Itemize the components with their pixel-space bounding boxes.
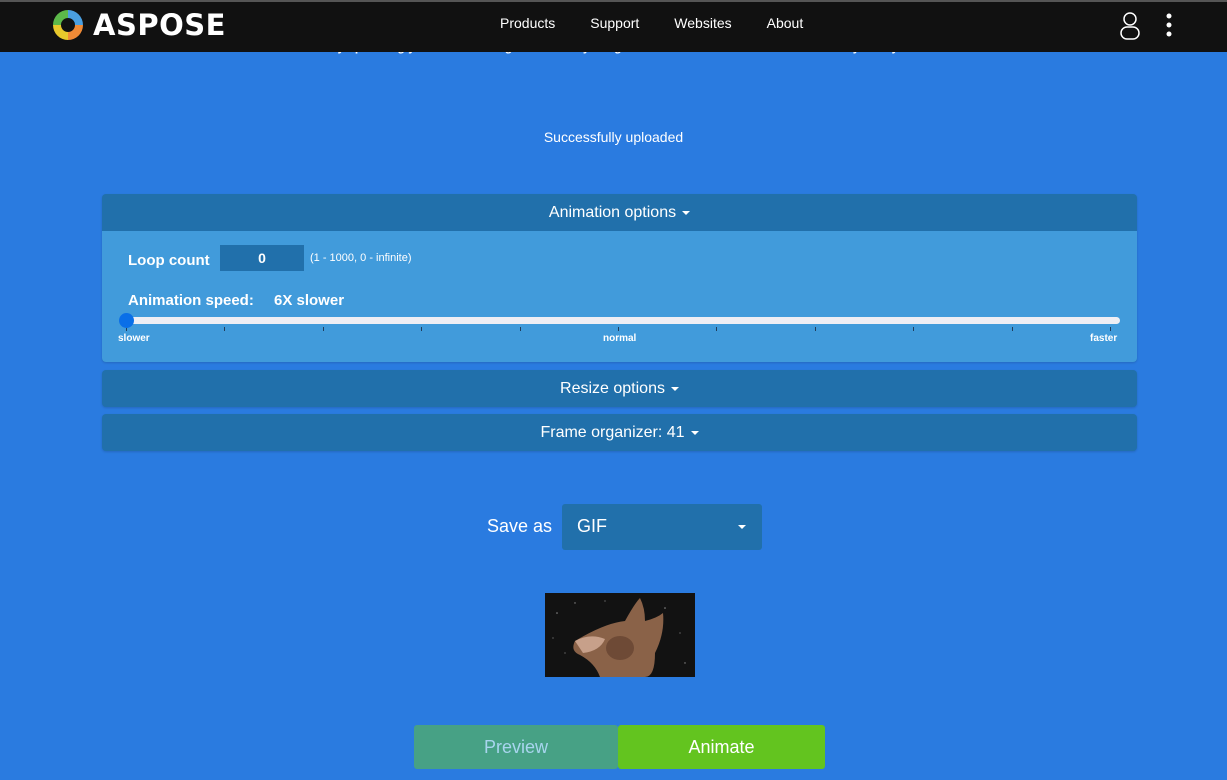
nav-websites[interactable]: Websites: [674, 15, 731, 31]
slider-tick: [421, 327, 423, 331]
speed-slider-thumb[interactable]: [119, 313, 134, 328]
caret-down-icon: [670, 386, 679, 391]
animation-speed-value: 6X slower: [274, 292, 345, 309]
slider-tick: [814, 327, 816, 331]
caret-down-icon: [738, 525, 746, 529]
save-as-label: Save as: [487, 516, 553, 536]
slider-label-normal: normal: [603, 333, 637, 344]
frame-organizer-panel: Frame organizer: 41: [102, 414, 1137, 451]
animation-options-toggle[interactable]: Animation options: [102, 194, 1137, 231]
slider-label-slower: slower: [118, 333, 150, 344]
nav-about[interactable]: About: [767, 15, 804, 31]
frame-organizer-toggle[interactable]: Frame organizer: 41: [102, 414, 1137, 451]
nav-products[interactable]: Products: [500, 15, 555, 31]
aspose-logo[interactable]: ASPOSE: [51, 8, 226, 42]
animate-button[interactable]: Animate: [618, 725, 825, 769]
slider-tick: [519, 327, 521, 331]
slider-tick: [1110, 327, 1111, 331]
slider-label-faster: faster: [1090, 333, 1118, 344]
nav-support[interactable]: Support: [590, 15, 639, 31]
brand-name: ASPOSE: [93, 8, 226, 42]
slider-tick: [224, 327, 226, 331]
user-icon[interactable]: [1119, 11, 1141, 41]
main-nav: Products Support Websites About: [500, 15, 838, 31]
slider-tick: [322, 327, 324, 331]
animation-speed-label: Animation speed:: [128, 292, 254, 309]
resize-options-toggle[interactable]: Resize options: [102, 370, 1137, 407]
loop-count-label: Loop count: [128, 252, 210, 269]
slider-tick: [716, 327, 718, 331]
slider-tick: [1011, 327, 1013, 331]
frame-organizer-title: Frame organizer: 41: [540, 424, 685, 441]
save-format-select[interactable]: GIF: [562, 504, 762, 550]
caret-down-icon: [682, 210, 691, 215]
more-vertical-icon[interactable]: [1163, 13, 1175, 39]
resize-options-title: Resize options: [560, 380, 665, 397]
slider-tick: [618, 327, 619, 331]
top-navigation-bar: ASPOSE Products Support Websites About: [0, 0, 1227, 52]
uploaded-image-preview: [545, 593, 695, 677]
loop-count-input[interactable]: [220, 245, 304, 271]
loop-count-hint: (1 - 1000, 0 - infinite): [310, 252, 412, 264]
animation-options-body: Loop count (1 - 1000, 0 - infinite) Anim…: [102, 231, 1137, 362]
animation-options-title: Animation options: [548, 204, 677, 221]
dog-image: [545, 593, 695, 677]
aspose-swirl-icon: [53, 10, 83, 40]
slider-tick: [913, 327, 915, 331]
save-format-value: GIF: [577, 516, 607, 536]
speed-slider-track[interactable]: [124, 317, 1120, 324]
caret-down-icon: [690, 430, 699, 435]
preview-button[interactable]: Preview: [414, 725, 618, 769]
resize-options-panel: Resize options: [102, 370, 1137, 407]
animation-options-panel: Animation options Loop count (1 - 1000, …: [102, 194, 1137, 362]
upload-status: Successfully uploaded: [543, 129, 684, 145]
